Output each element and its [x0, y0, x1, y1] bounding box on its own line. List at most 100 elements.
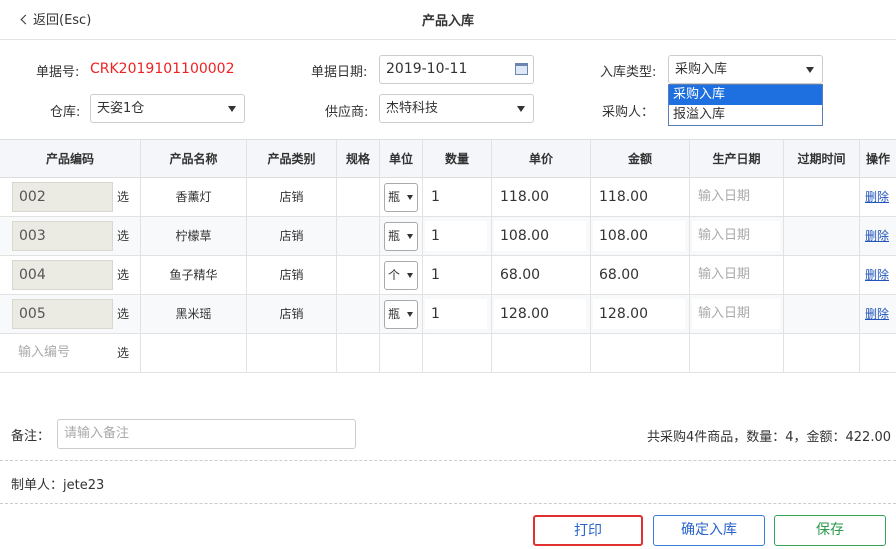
table-row: 002 选 香薰灯 店销 瓶 1 118.00 118.00 输入日期 删除: [0, 178, 896, 217]
product-code-input[interactable]: 002: [12, 182, 113, 212]
table-header: 产品编码 产品名称 产品类别 规格 单位 数量 单价 金额 生产日期 过期时间 …: [0, 140, 896, 178]
price-input[interactable]: 118.00: [494, 182, 586, 212]
page-header: 返回(Esc) 产品入库: [0, 0, 896, 40]
delete-link[interactable]: 删除: [865, 256, 889, 295]
product-category: 店销: [279, 307, 304, 321]
product-category: 店销: [279, 268, 304, 282]
remark-input[interactable]: 请输入备注: [57, 419, 356, 449]
chevron-down-icon: [228, 106, 236, 112]
price-input[interactable]: 128.00: [494, 299, 586, 329]
col-header-price: 单价: [492, 140, 591, 178]
divider: [0, 460, 896, 461]
unit-value: 瓶: [388, 307, 401, 321]
doc-no-label: 单据号:: [36, 65, 80, 80]
qty-input[interactable]: 1: [425, 260, 487, 290]
stock-type-value: 采购入库: [675, 62, 728, 77]
unit-select[interactable]: 瓶: [384, 183, 418, 212]
table-row-new: 输入编号 选: [0, 334, 896, 373]
delete-link[interactable]: 删除: [865, 295, 889, 334]
amount-input[interactable]: 108.00: [593, 221, 685, 251]
calendar-icon[interactable]: [515, 63, 528, 75]
doc-date-input[interactable]: 2019-10-11: [379, 55, 534, 84]
table-row: 004 选 鱼子精华 店销 个 1 68.00 68.00 输入日期 删除: [0, 256, 896, 295]
chevron-down-icon: [407, 273, 413, 278]
qty-input[interactable]: 1: [425, 299, 487, 329]
doc-date-label: 单据日期:: [311, 65, 368, 80]
col-header-category: 产品类别: [247, 140, 337, 178]
confirm-stock-in-button[interactable]: 确定入库: [653, 515, 765, 546]
delete-link[interactable]: 删除: [865, 217, 889, 256]
unit-value: 瓶: [388, 190, 401, 204]
col-header-spec: 规格: [337, 140, 380, 178]
supplier-label: 供应商:: [325, 105, 369, 120]
table-row: 005 选 黑米瑶 店销 瓶 1 128.00 128.00 输入日期 删除: [0, 295, 896, 334]
price-input[interactable]: 108.00: [494, 221, 586, 251]
buyer-label: 采购人：: [602, 105, 655, 120]
price-input[interactable]: 68.00: [494, 260, 586, 290]
unit-value: 瓶: [388, 229, 401, 243]
amount-input[interactable]: 118.00: [593, 182, 685, 212]
stock-type-select[interactable]: 采购入库: [668, 55, 823, 84]
product-code-input[interactable]: 005: [12, 299, 113, 329]
unit-select[interactable]: 瓶: [384, 300, 418, 329]
prod-date-input[interactable]: 输入日期: [692, 260, 780, 290]
chevron-down-icon: [407, 234, 413, 239]
save-button[interactable]: 保存: [774, 515, 886, 546]
pick-button[interactable]: 选: [117, 227, 129, 244]
product-code-input[interactable]: 004: [12, 260, 113, 290]
chevron-down-icon: [806, 67, 814, 73]
col-header-unit: 单位: [380, 140, 423, 178]
table-row: 003 选 柠檬草 店销 瓶 1 108.00 108.00 输入日期 删除: [0, 217, 896, 256]
prod-date-input[interactable]: 输入日期: [692, 221, 780, 251]
supplier-select[interactable]: 杰特科技: [379, 94, 534, 123]
doc-date-value: 2019-10-11: [386, 61, 468, 77]
chevron-down-icon: [407, 195, 413, 200]
print-button[interactable]: 打印: [533, 515, 643, 546]
unit-select[interactable]: 个: [384, 261, 418, 290]
qty-input[interactable]: 1: [425, 221, 487, 251]
stock-type-dropdown: 采购入库 报溢入库: [668, 84, 823, 126]
supplier-value: 杰特科技: [386, 101, 439, 116]
unit-select[interactable]: 瓶: [384, 222, 418, 251]
col-header-prod-date: 生产日期: [690, 140, 784, 178]
new-code-input[interactable]: 输入编号: [12, 338, 113, 368]
pick-button[interactable]: 选: [117, 344, 129, 361]
qty-input[interactable]: 1: [425, 182, 487, 212]
col-header-amount: 金额: [591, 140, 690, 178]
col-header-action: 操作: [865, 152, 890, 166]
amount-input[interactable]: 128.00: [593, 299, 685, 329]
prod-date-input[interactable]: 输入日期: [692, 299, 780, 329]
chevron-down-icon: [517, 106, 525, 112]
stock-type-option-purchase[interactable]: 采购入库: [669, 85, 822, 105]
stock-type-label: 入库类型:: [600, 65, 657, 80]
pick-button[interactable]: 选: [117, 305, 129, 322]
delete-link[interactable]: 删除: [865, 178, 889, 217]
product-category: 店销: [279, 190, 304, 204]
doc-no-value: CRK2019101100002: [90, 61, 235, 77]
chevron-down-icon: [407, 312, 413, 317]
product-name: 柠檬草: [175, 229, 212, 243]
col-header-qty: 数量: [423, 140, 492, 178]
product-category: 店销: [279, 229, 304, 243]
product-name: 鱼子精华: [169, 268, 218, 282]
page-title: 产品入库: [421, 14, 474, 29]
col-header-expire: 过期时间: [784, 140, 860, 178]
product-table: 产品编码 产品名称 产品类别 规格 单位 数量 单价 金额 生产日期 过期时间 …: [0, 139, 896, 373]
warehouse-select[interactable]: 天姿1仓: [90, 94, 245, 123]
product-name: 香薰灯: [175, 190, 212, 204]
summary-text: 共采购4件商品，数量：4，金额：422.00: [646, 430, 891, 445]
pick-button[interactable]: 选: [117, 266, 129, 283]
maker-text: 制单人：jete23: [11, 478, 105, 493]
unit-value: 个: [388, 268, 401, 282]
col-header-name: 产品名称: [141, 140, 247, 178]
amount-input[interactable]: 68.00: [593, 260, 685, 290]
prod-date-input[interactable]: 输入日期: [692, 182, 780, 212]
pick-button[interactable]: 选: [117, 188, 129, 205]
warehouse-label: 仓库:: [50, 105, 81, 120]
remark-label: 备注：: [11, 429, 51, 444]
divider: [0, 503, 896, 504]
product-name: 黑米瑶: [175, 307, 212, 321]
stock-type-option-overflow[interactable]: 报溢入库: [669, 105, 822, 125]
product-code-input[interactable]: 003: [12, 221, 113, 251]
col-header-code: 产品编码: [0, 140, 141, 178]
